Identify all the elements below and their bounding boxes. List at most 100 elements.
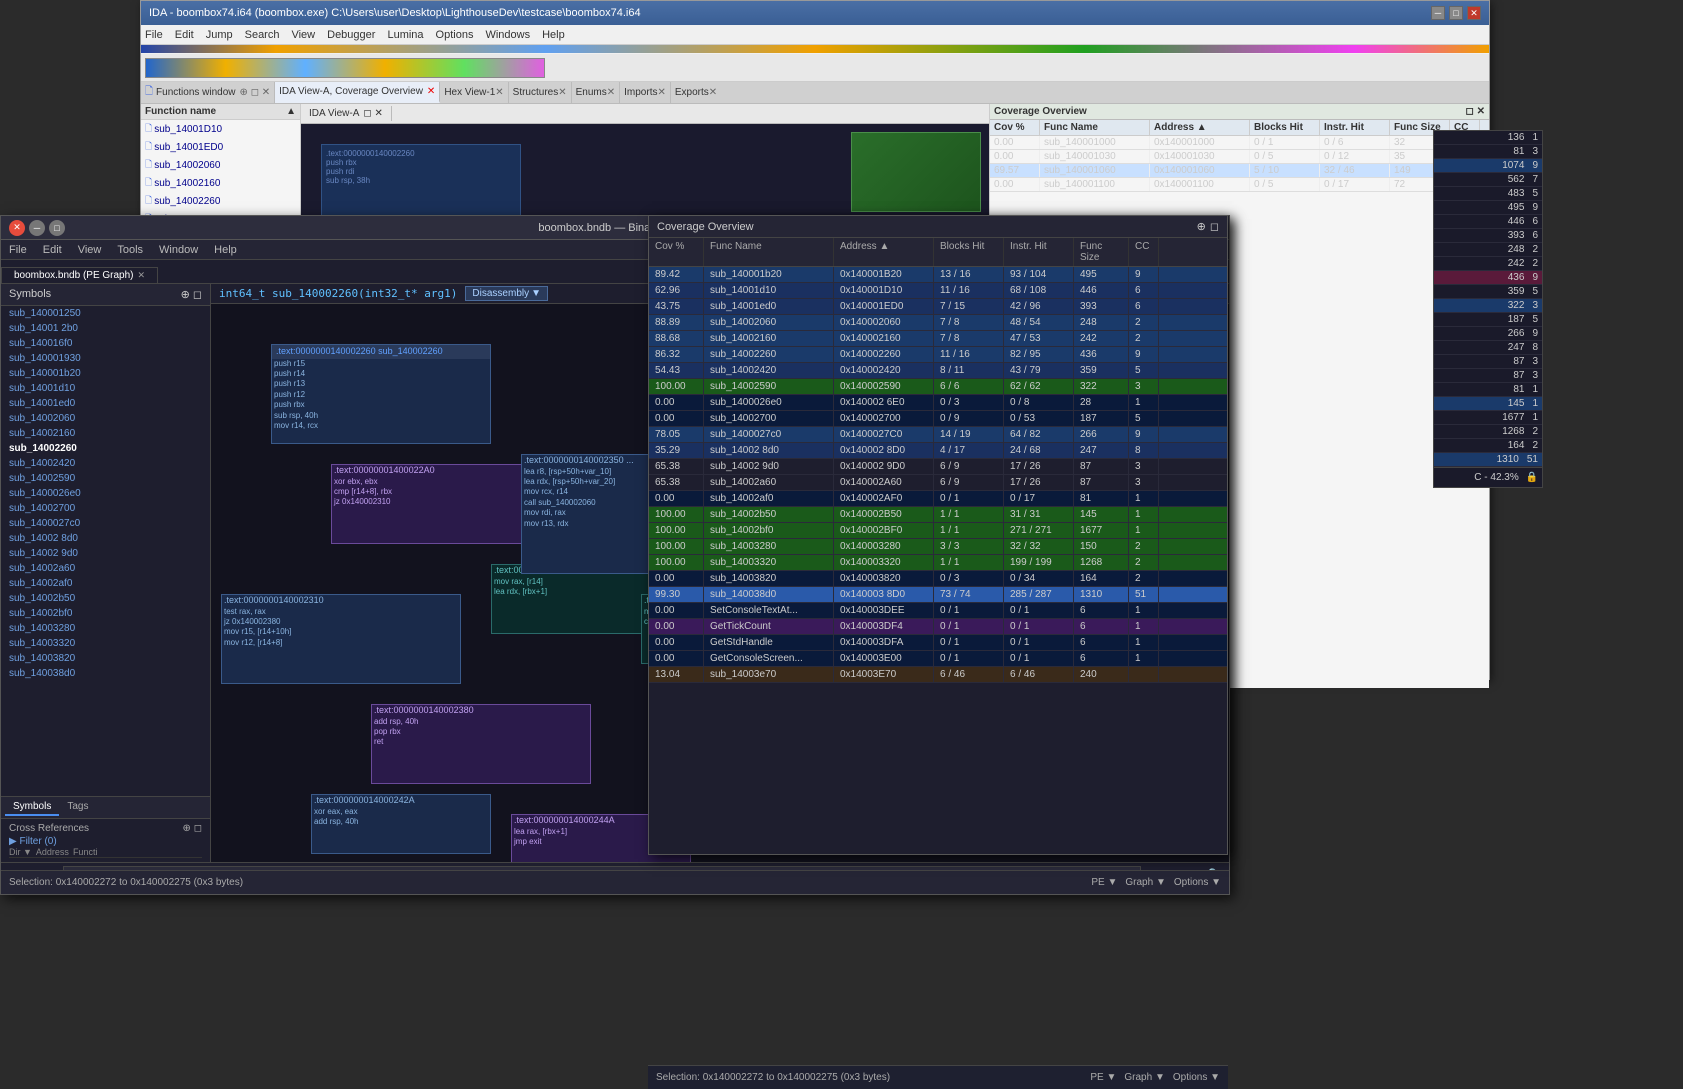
cov-row-9[interactable]: 0.00sub_140027000x1400027000 / 90 / 5318… <box>649 411 1227 427</box>
sym-sub_14001d10[interactable]: sub_14001d10 <box>1 381 210 396</box>
ida-view-coverage-tab[interactable]: IDA View-A, Coverage Overview <box>279 86 423 97</box>
binja-tab-close[interactable]: ✕ <box>138 270 146 281</box>
exports-tab-close[interactable]: ✕ <box>709 87 717 98</box>
imports-tab-close[interactable]: ✕ <box>657 87 665 98</box>
binja-tab-main[interactable]: boombox.bndb (PE Graph) ✕ <box>1 267 158 283</box>
ida-cov-row-2[interactable]: 69.57 sub_140001060 0x140001060 5 / 10 3… <box>990 164 1489 178</box>
ida-menu-file[interactable]: File <box>145 29 163 41</box>
symbols-icons[interactable]: ⊕ ◻ <box>181 288 202 301</box>
sym-tab-symbols[interactable]: Symbols <box>5 799 59 816</box>
status-graph-btn[interactable]: Graph ▼ <box>1124 1072 1164 1083</box>
cov-binja-h-name[interactable]: Func Name <box>704 238 834 266</box>
sym-sub_14002700[interactable]: sub_14002700 <box>1 501 210 516</box>
cov-binja-rows[interactable]: 89.42sub_140001b200x140001B2013 / 1693 /… <box>649 267 1227 683</box>
exports-tab[interactable]: Exports <box>675 87 709 98</box>
ida-cov-row-3[interactable]: 0.00 sub_140001100 0x140001100 0 / 5 0 /… <box>990 178 1489 192</box>
binja-min-btn[interactable]: ─ <box>29 220 45 236</box>
sym-sub_140001b20[interactable]: sub_140001b20 <box>1 366 210 381</box>
cov-binja-h-cov[interactable]: Cov % <box>649 238 704 266</box>
status-pe-btn[interactable]: PE ▼ <box>1090 1072 1116 1083</box>
sym-sub_1400027c0[interactable]: sub_1400027c0 <box>1 516 210 531</box>
xref-icons[interactable]: ⊕ ◻ <box>183 823 202 834</box>
binja-close-btn[interactable]: ✕ <box>9 220 25 236</box>
cov-row-20[interactable]: 99.30sub_140038d00x140003 8D073 / 74285 … <box>649 587 1227 603</box>
ida-menu-help[interactable]: Help <box>542 29 565 41</box>
binja-menu-tools[interactable]: Tools <box>117 244 143 256</box>
sym-sub_14002 8d0[interactable]: sub_14002 8d0 <box>1 531 210 546</box>
structures-tab[interactable]: Structures <box>513 87 559 98</box>
cov-row-15[interactable]: 100.00sub_14002b500x140002B501 / 131 / 3… <box>649 507 1227 523</box>
cov-row-14[interactable]: 0.00sub_14002af00x140002AF00 / 10 / 1781… <box>649 491 1227 507</box>
status-graph[interactable]: Graph ▼ <box>1125 877 1165 888</box>
disasm-button[interactable]: Disassembly ▼ <box>465 286 548 301</box>
binja-max-btn[interactable]: □ <box>49 220 65 236</box>
ida-minimize-btn[interactable]: ─ <box>1431 6 1445 20</box>
ida-maximize-btn[interactable]: □ <box>1449 6 1463 20</box>
status-options-btn[interactable]: Options ▼ <box>1173 1072 1220 1083</box>
ida-menu-edit[interactable]: Edit <box>175 29 194 41</box>
imports-tab[interactable]: Imports <box>624 87 657 98</box>
ida-cov-h-blocks[interactable]: Blocks Hit <box>1250 120 1320 135</box>
binja-menu-file[interactable]: File <box>9 244 27 256</box>
structures-tab-close[interactable]: ✕ <box>558 87 566 98</box>
sym-sub_1400026e0[interactable]: sub_1400026e0 <box>1 486 210 501</box>
sym-sub_140001250[interactable]: sub_140001250 <box>1 306 210 321</box>
ida-menu-lumina[interactable]: Lumina <box>387 29 423 41</box>
ida-menu-jump[interactable]: Jump <box>206 29 233 41</box>
cov-row-0[interactable]: 89.42sub_140001b200x140001B2013 / 1693 /… <box>649 267 1227 283</box>
func-item-0[interactable]: 🗋 sub_14001D10 <box>141 120 300 138</box>
cov-row-19[interactable]: 0.00sub_140038200x1400038200 / 30 / 3416… <box>649 571 1227 587</box>
cov-row-23[interactable]: 0.00GetStdHandle0x140003DFA0 / 10 / 161 <box>649 635 1227 651</box>
cov-row-8[interactable]: 0.00sub_1400026e00x140002 6E00 / 30 / 82… <box>649 395 1227 411</box>
sym-sub_14002260[interactable]: sub_14002260 <box>1 441 210 456</box>
ida-cov-h-addr[interactable]: Address ▲ <box>1150 120 1250 135</box>
xref-filter[interactable]: ▶ Filter (0) <box>9 836 202 847</box>
cov-row-12[interactable]: 65.38sub_14002 9d00x140002 9D06 / 917 / … <box>649 459 1227 475</box>
enums-tab-close[interactable]: ✕ <box>607 87 615 98</box>
cov-row-16[interactable]: 100.00sub_14002bf00x140002BF01 / 1271 / … <box>649 523 1227 539</box>
cov-row-11[interactable]: 35.29sub_14002 8d00x140002 8D04 / 1724 /… <box>649 443 1227 459</box>
ida-cov-row-0[interactable]: 0.00 sub_140001000 0x140001000 0 / 1 0 /… <box>990 136 1489 150</box>
status-options[interactable]: Options ▼ <box>1174 877 1221 888</box>
cov-row-4[interactable]: 88.68sub_140021600x1400021607 / 847 / 53… <box>649 331 1227 347</box>
cov-binja-h-blocks[interactable]: Blocks Hit <box>934 238 1004 266</box>
cov-row-24[interactable]: 0.00GetConsoleScreen...0x140003E000 / 10… <box>649 651 1227 667</box>
ida-menu-windows[interactable]: Windows <box>485 29 530 41</box>
cov-row-2[interactable]: 43.75sub_14001ed00x140001ED07 / 1542 / 9… <box>649 299 1227 315</box>
sym-sub_14002 9d0[interactable]: sub_14002 9d0 <box>1 546 210 561</box>
sym-sub_14002af0[interactable]: sub_14002af0 <box>1 576 210 591</box>
sym-sub_14003320[interactable]: sub_14003320 <box>1 636 210 651</box>
cov-row-7[interactable]: 100.00sub_140025900x1400025906 / 662 / 6… <box>649 379 1227 395</box>
ida-view-a-tab[interactable]: IDA View-A <box>309 108 359 119</box>
sym-sub_14002160[interactable]: sub_14002160 <box>1 426 210 441</box>
cov-row-10[interactable]: 78.05sub_1400027c00x1400027C014 / 1964 /… <box>649 427 1227 443</box>
func-item-3[interactable]: 🗋 sub_14002160 <box>141 174 300 192</box>
func-item-1[interactable]: 🗋 sub_14001ED0 <box>141 138 300 156</box>
sym-sub_14002590[interactable]: sub_14002590 <box>1 471 210 486</box>
sym-sub_14002b50[interactable]: sub_14002b50 <box>1 591 210 606</box>
hex-tab-close[interactable]: ✕ <box>495 87 503 98</box>
sym-sub_14001ed0[interactable]: sub_14001ed0 <box>1 396 210 411</box>
cov-row-21[interactable]: 0.00SetConsoleTextAt...0x140003DEE0 / 10… <box>649 603 1227 619</box>
binja-menu-window[interactable]: Window <box>159 244 198 256</box>
cov-row-25[interactable]: 13.04sub_14003e700x14003E706 / 466 / 462… <box>649 667 1227 683</box>
sym-sub_14002420[interactable]: sub_14002420 <box>1 456 210 471</box>
sym-sub_14001 2b0[interactable]: sub_14001 2b0 <box>1 321 210 336</box>
sym-sub_140038d0[interactable]: sub_140038d0 <box>1 666 210 681</box>
cov-row-17[interactable]: 100.00sub_140032800x1400032803 / 332 / 3… <box>649 539 1227 555</box>
functions-tab-icons[interactable]: ⊕ ◻ ✕ <box>240 87 271 98</box>
ida-view-a-icons[interactable]: ◻ ✕ <box>363 108 382 119</box>
sym-sub_14003280[interactable]: sub_14003280 <box>1 621 210 636</box>
binja-menu-view[interactable]: View <box>78 244 102 256</box>
lock-icon[interactable]: 🔒 <box>1526 472 1538 483</box>
sym-sub_14002bf0[interactable]: sub_14002bf0 <box>1 606 210 621</box>
sym-sub_140001930[interactable]: sub_140001930 <box>1 351 210 366</box>
ida-menu-options[interactable]: Options <box>436 29 474 41</box>
sym-sub_140016f0[interactable]: sub_140016f0 <box>1 336 210 351</box>
cov-row-13[interactable]: 65.38sub_14002a600x140002A606 / 917 / 26… <box>649 475 1227 491</box>
ida-cov-icons[interactable]: ◻ ✕ <box>1466 106 1485 117</box>
cov-binja-h-instr[interactable]: Instr. Hit <box>1004 238 1074 266</box>
binja-menu-edit[interactable]: Edit <box>43 244 62 256</box>
ida-menu-debugger[interactable]: Debugger <box>327 29 375 41</box>
cov-binja-icon-2[interactable]: ◻ <box>1210 220 1219 233</box>
